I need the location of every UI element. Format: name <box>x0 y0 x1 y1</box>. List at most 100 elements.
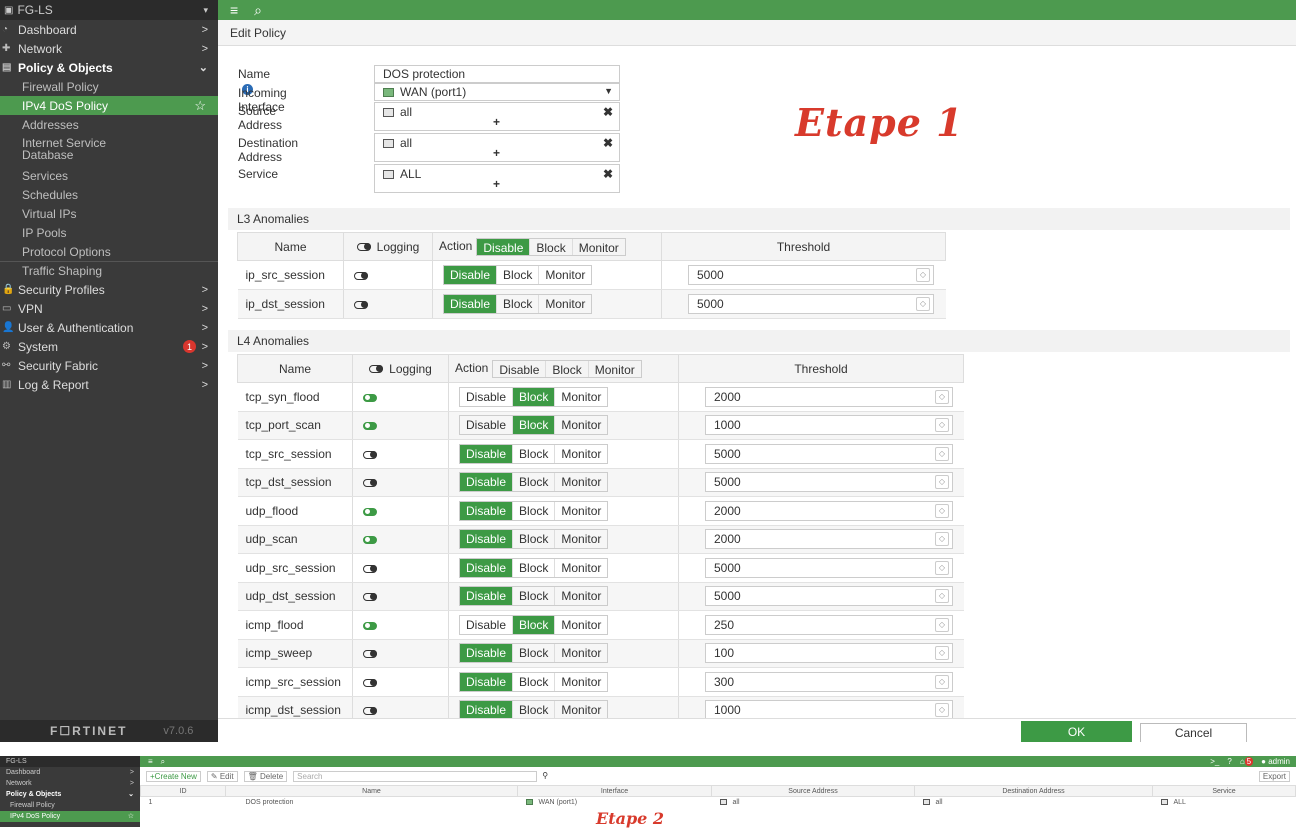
action-option-monitor[interactable]: Monitor <box>589 361 641 377</box>
threshold-input[interactable]: 5000 ◇ <box>705 443 953 464</box>
col-destination[interactable]: Destination Address <box>914 785 1153 797</box>
add-icon[interactable]: + <box>493 146 500 160</box>
create-new-button[interactable]: +Create New <box>146 770 201 782</box>
spinner-icon[interactable]: ◇ <box>935 418 949 433</box>
action-option-monitor[interactable]: Monitor <box>573 239 625 255</box>
service-field[interactable]: ALL ✖ + <box>374 164 620 193</box>
sidebar-item-dashboard[interactable]: ◔ Dashboard > <box>0 20 218 39</box>
col-source[interactable]: Source Address <box>711 785 915 797</box>
search-icon[interactable]: ⌕ <box>254 2 262 19</box>
incoming-interface-select[interactable]: WAN (port1) ▼ <box>374 83 620 101</box>
action-selector[interactable]: Disable Block Monitor <box>459 643 609 664</box>
remove-icon[interactable]: ✖ <box>603 105 613 119</box>
logging-toggle[interactable] <box>354 271 368 280</box>
logging-toggle[interactable] <box>363 507 377 516</box>
spinner-icon[interactable]: ◇ <box>935 703 949 718</box>
action-option-disable[interactable]: Disable <box>460 587 514 606</box>
logging-toggle[interactable] <box>363 393 377 402</box>
action-option-disable[interactable]: Disable <box>460 473 514 492</box>
destination-address-field[interactable]: all ✖ + <box>374 133 620 162</box>
list-sidebar-item-dashboard[interactable]: Dashboard > <box>0 767 140 778</box>
list-sidebar-item-firewall-policy[interactable]: Firewall Policy <box>0 800 140 811</box>
action-option-block[interactable]: Block <box>497 266 540 284</box>
action-option-block[interactable]: Block <box>513 558 556 577</box>
logging-toggle[interactable] <box>363 707 377 716</box>
action-selector[interactable]: Disable Block Monitor <box>459 671 609 692</box>
action-option-block[interactable]: Block <box>513 473 556 492</box>
table-row[interactable]: 1 DOS protection WAN (port1) all all ALL <box>141 797 1296 809</box>
action-option-disable[interactable]: Disable <box>460 558 514 577</box>
spinner-icon[interactable]: ◇ <box>935 475 949 490</box>
logging-toggle[interactable] <box>363 678 377 687</box>
logging-toggle[interactable] <box>363 593 377 602</box>
action-option-monitor[interactable]: Monitor <box>555 701 607 719</box>
action-option-monitor[interactable]: Monitor <box>555 416 607 434</box>
col-name[interactable]: Name <box>225 785 518 797</box>
threshold-input[interactable]: 2000 ◇ <box>705 386 953 407</box>
col-id[interactable]: ID <box>140 785 226 797</box>
sidebar-item-ip-pools[interactable]: IP Pools <box>0 223 218 242</box>
logging-toggle[interactable] <box>363 479 377 488</box>
spinner-icon[interactable]: ◇ <box>935 446 949 461</box>
cancel-button[interactable]: Cancel <box>1140 723 1247 743</box>
logging-toggle[interactable] <box>363 422 377 431</box>
threshold-input[interactable]: 300 ◇ <box>705 671 953 692</box>
action-option-monitor[interactable]: Monitor <box>539 295 591 313</box>
action-option-monitor[interactable]: Monitor <box>555 587 607 605</box>
sidebar-item-addresses[interactable]: Addresses <box>0 115 218 134</box>
action-option-monitor[interactable]: Monitor <box>555 616 607 634</box>
logging-toggle[interactable] <box>354 300 368 309</box>
action-option-block[interactable]: Block <box>497 295 540 313</box>
spinner-icon[interactable]: ◇ <box>935 560 949 575</box>
list-sidebar-item-dos-policy[interactable]: IPv4 DoS Policy ☆ <box>0 811 140 822</box>
action-option-block[interactable]: Block <box>546 360 589 377</box>
action-option-monitor[interactable]: Monitor <box>555 388 607 406</box>
action-option-block[interactable]: Block <box>513 644 556 663</box>
threshold-input[interactable]: 2000 ◇ <box>705 529 953 550</box>
spinner-icon[interactable]: ◇ <box>935 589 949 604</box>
action-option-disable[interactable]: Disable <box>460 416 514 435</box>
spinner-icon[interactable]: ◇ <box>935 503 949 518</box>
action-selector[interactable]: Disable Block Monitor <box>459 586 609 607</box>
sidebar-item-policy-objects[interactable]: ▤ Policy & Objects ⌄ <box>0 58 218 77</box>
action-selector[interactable]: Disable Block Monitor <box>459 386 609 407</box>
action-option-block[interactable]: Block <box>530 238 573 255</box>
sidebar-item-security-profiles[interactable]: 🔒 Security Profiles > <box>0 280 218 299</box>
action-option-block[interactable]: Block <box>513 530 556 549</box>
spinner-icon[interactable]: ◇ <box>935 532 949 547</box>
search-input[interactable]: Search <box>293 770 548 782</box>
threshold-input[interactable]: 5000 ◇ <box>688 294 934 314</box>
sidebar-item-ipv4-dos-policy[interactable]: IPv4 DoS Policy ☆ <box>0 96 218 115</box>
action-option-block[interactable]: Block <box>513 416 556 435</box>
action-selector[interactable]: Disable Block Monitor <box>459 415 609 436</box>
sidebar-item-network[interactable]: ✚ Network > <box>0 39 218 58</box>
threshold-input[interactable]: 100 ◇ <box>705 643 953 664</box>
menu-icon[interactable]: ≡ <box>148 757 153 766</box>
sidebar-item-internet-service-database[interactable]: Internet Service Database <box>0 134 218 166</box>
logging-toggle[interactable] <box>363 564 377 573</box>
action-selector[interactable]: Disable Block Monitor <box>443 294 593 314</box>
threshold-input[interactable]: 5000 ◇ <box>688 265 934 285</box>
spinner-icon[interactable]: ◇ <box>935 674 949 689</box>
action-option-disable[interactable]: Disable <box>444 295 498 313</box>
sidebar-item-virtual-ips[interactable]: Virtual IPs <box>0 204 218 223</box>
action-option-monitor[interactable]: Monitor <box>539 266 591 284</box>
action-selector[interactable]: Disable Block Monitor <box>459 472 609 493</box>
spinner-icon[interactable]: ◇ <box>916 268 930 282</box>
action-option-disable[interactable]: Disable <box>460 701 514 720</box>
favorite-star-icon[interactable]: ☆ <box>194 98 206 114</box>
spinner-icon[interactable]: ◇ <box>916 297 930 311</box>
threshold-input[interactable]: 1000 ◇ <box>705 415 953 436</box>
sidebar-item-security-fabric[interactable]: ⚯ Security Fabric > <box>0 356 218 375</box>
logging-toggle[interactable] <box>363 450 377 459</box>
action-option-disable[interactable]: Disable <box>460 444 514 463</box>
spinner-icon[interactable]: ◇ <box>935 617 949 632</box>
list-sidebar-item-policy[interactable]: Policy & Objects ⌄ <box>0 789 140 800</box>
device-selector[interactable]: ▣ FG-LS ▾ <box>0 0 218 20</box>
menu-icon[interactable]: ≡ <box>230 2 238 18</box>
logging-toggle[interactable] <box>363 621 377 630</box>
action-option-disable[interactable]: Disable <box>460 672 514 691</box>
threshold-input[interactable]: 250 ◇ <box>705 614 953 635</box>
action-option-block[interactable]: Block <box>513 672 556 691</box>
export-button[interactable]: Export <box>1258 770 1290 782</box>
